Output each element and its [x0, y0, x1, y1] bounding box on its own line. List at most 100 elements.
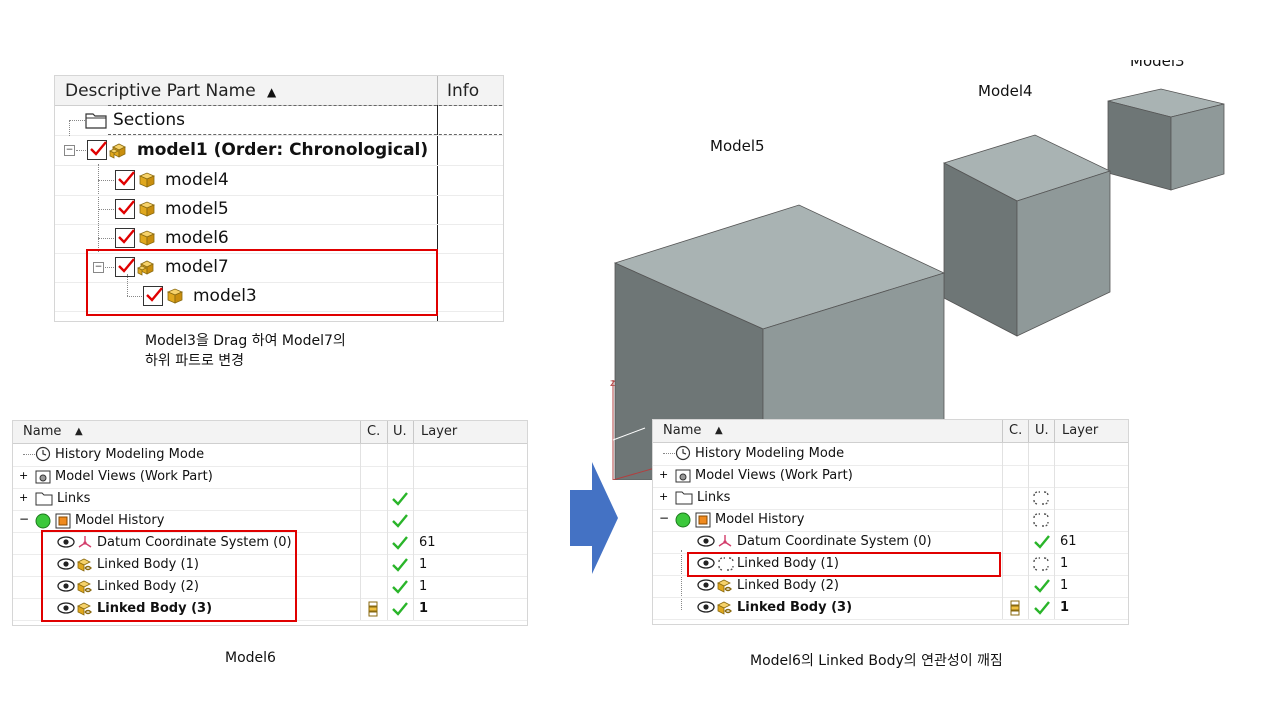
column-separator[interactable]	[437, 76, 438, 105]
cell-divider	[1028, 553, 1029, 575]
eye-icon[interactable]	[697, 600, 715, 614]
tree-row-model-history[interactable]: − Model History	[653, 509, 1128, 532]
column-separator	[1002, 420, 1003, 442]
cell-divider	[1054, 553, 1055, 575]
active-status-icon	[675, 512, 691, 528]
current-feature-icon	[368, 601, 378, 617]
tree-row-model1[interactable]: − model1 (Order: Chronological)	[55, 136, 503, 166]
tree-row-datum-csys[interactable]: Datum Coordinate System (0) 61	[653, 531, 1128, 554]
collapse-toggle[interactable]: −	[64, 145, 75, 156]
part-icon	[138, 201, 156, 217]
layer-value: 1	[419, 557, 428, 572]
sort-ascending-icon[interactable]: ▲	[715, 425, 723, 436]
tree-row-model5[interactable]: model5	[55, 195, 503, 225]
expand-toggle[interactable]: +	[19, 491, 28, 504]
layer-value: 61	[1060, 534, 1077, 549]
model4-cube[interactable]	[942, 134, 1112, 337]
visibility-checkbox[interactable]	[115, 199, 135, 219]
cell-divider	[1028, 531, 1029, 553]
tree-line	[98, 238, 114, 239]
tree-line	[76, 150, 86, 151]
tree-row-model-views[interactable]: + Model Views (Work Part)	[653, 465, 1128, 488]
svg-text:z: z	[610, 378, 615, 389]
tree-row-history-mode[interactable]: History Modeling Mode	[13, 444, 527, 467]
visibility-checkbox[interactable]	[115, 170, 135, 190]
tree-label-links: Links	[57, 491, 91, 506]
tree-label-history-mode: History Modeling Mode	[55, 447, 205, 462]
column-c[interactable]: C.	[1009, 423, 1022, 438]
up-to-date-check-icon	[392, 492, 408, 506]
cell-divider	[1028, 465, 1029, 487]
cell-divider	[1054, 487, 1055, 509]
column-layer[interactable]: Layer	[421, 424, 457, 439]
tree-row-model4[interactable]: model4	[55, 166, 503, 196]
cell-divider	[1054, 509, 1055, 531]
eye-icon[interactable]	[697, 578, 715, 592]
tree-row-model-views[interactable]: + Model Views (Work Part)	[13, 466, 527, 489]
datum-csys-icon	[718, 535, 732, 547]
column-u[interactable]: U.	[1035, 423, 1049, 438]
model-history-icon	[55, 513, 71, 529]
highlight-box-model7	[86, 249, 438, 316]
cell-divider	[413, 510, 414, 532]
active-status-icon	[35, 513, 51, 529]
tree-label-model1: model1 (Order: Chronological)	[137, 140, 429, 160]
column-layer[interactable]: Layer	[1062, 423, 1098, 438]
broken-link-icon	[1033, 513, 1049, 527]
cell-divider	[387, 466, 388, 488]
expand-toggle[interactable]: +	[19, 469, 28, 482]
eye-icon[interactable]	[697, 534, 715, 548]
cell-divider	[1002, 509, 1003, 531]
model3-cube[interactable]	[1107, 88, 1225, 191]
column-name[interactable]: Name	[23, 424, 61, 439]
column-u[interactable]: U.	[393, 424, 407, 439]
layer-value: 1	[419, 601, 429, 616]
column-c[interactable]: C.	[367, 424, 380, 439]
label-model3: Model3	[1130, 60, 1185, 70]
cell-divider	[1002, 553, 1003, 575]
sort-ascending-icon[interactable]: ▲	[267, 85, 276, 99]
cell-divider	[413, 576, 414, 598]
tree-row-links[interactable]: + Links	[13, 488, 527, 511]
column-name[interactable]: Name	[663, 423, 701, 438]
collapse-toggle[interactable]: −	[19, 512, 29, 526]
layer-value: 1	[1060, 600, 1070, 615]
tree-line	[23, 454, 35, 455]
tree-line	[663, 453, 675, 454]
layer-value: 1	[419, 579, 428, 594]
tree-label-model-history: Model History	[715, 512, 805, 527]
tree-row-linked-body-2[interactable]: Linked Body (2) 1	[653, 575, 1128, 598]
cell-divider	[1054, 531, 1055, 553]
column-separator	[387, 421, 388, 443]
cell-divider	[1028, 487, 1029, 509]
cell-divider	[360, 444, 361, 466]
visibility-checkbox[interactable]	[87, 140, 107, 160]
cell-divider	[413, 532, 414, 554]
graphics-window[interactable]: z Model5 Model4 Model3	[560, 60, 1268, 480]
visibility-checkbox[interactable]	[115, 228, 135, 248]
clock-icon	[675, 445, 691, 461]
sort-ascending-icon[interactable]: ▲	[75, 426, 83, 437]
column-descriptive-part-name[interactable]: Descriptive Part Name	[65, 81, 256, 101]
collapse-toggle[interactable]: −	[659, 511, 669, 525]
assembly-icon	[109, 143, 126, 159]
cell-divider	[1002, 531, 1003, 553]
up-to-date-check-icon	[1034, 579, 1050, 593]
tree-row-linked-body-3[interactable]: Linked Body (3) 1	[653, 597, 1128, 620]
up-to-date-check-icon	[392, 514, 408, 528]
expand-toggle[interactable]: +	[659, 490, 668, 503]
tree-line	[98, 209, 114, 210]
tree-row-links[interactable]: + Links	[653, 487, 1128, 510]
cell-divider	[1028, 575, 1029, 597]
tree-line	[69, 120, 85, 121]
cell-divider	[1054, 575, 1055, 597]
tree-label-linked-body-3: Linked Body (3)	[737, 600, 853, 615]
cell-divider	[387, 510, 388, 532]
part-navigator-header: Descriptive Part Name ▲ Info	[55, 76, 503, 106]
column-info[interactable]: Info	[447, 81, 479, 101]
expand-toggle[interactable]: +	[659, 468, 668, 481]
tree-row-history-mode[interactable]: History Modeling Mode	[653, 443, 1128, 466]
tree-line	[69, 120, 70, 136]
up-to-date-check-icon	[392, 602, 408, 616]
cell-divider	[360, 466, 361, 488]
